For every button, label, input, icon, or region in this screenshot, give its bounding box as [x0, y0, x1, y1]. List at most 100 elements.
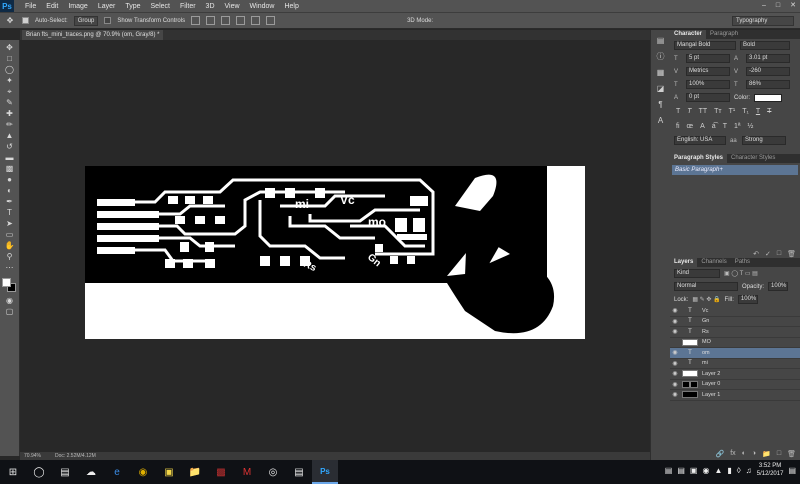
- font-style-dropdown[interactable]: Bold: [740, 41, 790, 50]
- type-tool-icon[interactable]: T: [4, 208, 16, 217]
- align-top-icon[interactable]: [191, 16, 201, 25]
- clock[interactable]: 3:52 PM 5/12/2017: [757, 462, 784, 478]
- underline-icon[interactable]: T: [756, 108, 760, 115]
- add-mask-icon[interactable]: ◐: [742, 450, 746, 458]
- tab-character[interactable]: Character: [670, 30, 707, 39]
- text-color-swatch[interactable]: [754, 93, 783, 102]
- visibility-eye-icon[interactable]: ◉: [670, 391, 680, 398]
- menu-3d[interactable]: 3D: [201, 3, 220, 10]
- swash-icon[interactable]: A: [700, 123, 705, 130]
- sticky-notes-icon[interactable]: ▣: [156, 460, 182, 484]
- character-icon[interactable]: A: [656, 116, 666, 126]
- menu-edit[interactable]: Edit: [41, 3, 63, 10]
- canvas-area[interactable]: mi Vc mo Rs Gn: [20, 40, 650, 452]
- fill-field[interactable]: 100%: [737, 295, 758, 304]
- tray-icon-5[interactable]: ▲: [714, 466, 722, 475]
- subscript-icon[interactable]: T₁: [742, 108, 749, 115]
- menu-window[interactable]: Window: [245, 3, 280, 10]
- align-middle-icon[interactable]: [206, 16, 216, 25]
- layer-row[interactable]: ◉ T Vc: [670, 306, 800, 317]
- pen-tool-icon[interactable]: ✒: [4, 197, 16, 206]
- layer-row[interactable]: ◉ T Rs: [670, 327, 800, 338]
- align-center-icon[interactable]: [251, 16, 261, 25]
- lock-icons[interactable]: ▦ ✎ ✥ 🔒: [692, 296, 720, 303]
- visibility-eye-icon[interactable]: ◉: [670, 370, 680, 377]
- more-tools-icon[interactable]: ⋯: [4, 263, 16, 272]
- eyedropper-tool-icon[interactable]: ✎: [4, 98, 16, 107]
- tray-icon-1[interactable]: ▤: [665, 466, 673, 475]
- new-group-icon[interactable]: 📁: [762, 450, 771, 458]
- edge-icon[interactable]: e: [104, 460, 130, 484]
- auto-select-dropdown[interactable]: Group: [73, 15, 99, 26]
- transform-controls-checkbox[interactable]: [104, 17, 112, 24]
- layer-style-icon[interactable]: fx: [730, 450, 735, 458]
- history-icon[interactable]: ▤: [656, 36, 666, 46]
- quick-mask-icon[interactable]: ◉: [4, 296, 16, 305]
- hand-tool-icon[interactable]: ✋: [4, 241, 16, 250]
- blur-tool-icon[interactable]: ●: [4, 175, 16, 184]
- chrome-icon[interactable]: ◉: [130, 460, 156, 484]
- menu-file[interactable]: File: [20, 3, 41, 10]
- leading-field[interactable]: 3.01 pt: [746, 54, 790, 63]
- calculator-icon[interactable]: ▤: [286, 460, 312, 484]
- camera-app-icon[interactable]: ◎: [260, 460, 286, 484]
- swatches-icon[interactable]: ▦: [656, 68, 666, 78]
- healing-tool-icon[interactable]: ✚: [4, 109, 16, 118]
- zoom-tool-icon[interactable]: ⚲: [4, 252, 16, 261]
- visibility-eye-icon[interactable]: ◉: [670, 318, 680, 325]
- info-icon[interactable]: ⓘ: [656, 52, 666, 62]
- discretionary-ligature-icon[interactable]: œ: [687, 123, 694, 130]
- new-layer-icon[interactable]: □: [777, 450, 781, 458]
- tab-paragraph-styles[interactable]: Paragraph Styles: [670, 154, 728, 163]
- redefine-style-icon[interactable]: ✓: [765, 250, 771, 258]
- fractions-icon[interactable]: ½: [747, 123, 753, 130]
- app-icon[interactable]: ▩: [208, 460, 234, 484]
- titling-icon[interactable]: T: [723, 123, 727, 130]
- lasso-tool-icon[interactable]: ◯: [4, 65, 16, 74]
- visibility-eye-icon[interactable]: ◉: [670, 360, 680, 367]
- antialias-dropdown[interactable]: Strong: [742, 136, 786, 145]
- font-size-field[interactable]: 5 pt: [686, 54, 730, 63]
- move-tool-icon[interactable]: ✥: [4, 16, 16, 25]
- vertical-scale-field[interactable]: 100%: [686, 80, 730, 89]
- adjustment-layer-icon[interactable]: ◑: [752, 450, 756, 458]
- minimize-icon[interactable]: –: [762, 0, 766, 12]
- tray-icon-2[interactable]: ▤: [677, 466, 685, 475]
- opacity-field[interactable]: 100%: [768, 282, 789, 291]
- shape-tool-icon[interactable]: ▭: [4, 230, 16, 239]
- visibility-eye-icon[interactable]: ◉: [670, 349, 680, 356]
- marquee-tool-icon[interactable]: □: [4, 54, 16, 63]
- menu-select[interactable]: Select: [146, 3, 175, 10]
- foreground-color-swatch[interactable]: [1, 278, 11, 287]
- tab-paths[interactable]: Paths: [731, 258, 754, 267]
- horizontal-scale-field[interactable]: 86%: [746, 80, 790, 89]
- zoom-level[interactable]: 70.94%: [24, 453, 41, 459]
- link-layers-icon[interactable]: 🔗: [716, 450, 725, 458]
- faux-bold-icon[interactable]: T: [676, 108, 680, 115]
- layer-row[interactable]: ◉ Tmi: [670, 359, 800, 369]
- delete-style-icon[interactable]: 🗑: [787, 250, 796, 258]
- notifications-icon[interactable]: ▤: [788, 466, 796, 475]
- windows-start-icon[interactable]: ⊞: [0, 460, 26, 484]
- visibility-eye-icon[interactable]: ◉: [670, 381, 680, 388]
- tab-character-styles[interactable]: Character Styles: [727, 154, 779, 163]
- layer-row[interactable]: ◉ T Gn: [670, 317, 800, 327]
- crop-tool-icon[interactable]: ⌖: [4, 87, 16, 96]
- volume-icon[interactable]: ♫: [746, 466, 752, 475]
- layer-row[interactable]: ◉ Layer 2: [670, 369, 800, 380]
- stylistic-alt-icon[interactable]: a͡: [712, 123, 716, 130]
- auto-select-checkbox[interactable]: [22, 17, 29, 24]
- screen-mode-icon[interactable]: ▢: [4, 307, 16, 316]
- clear-override-icon[interactable]: ↶: [753, 250, 759, 258]
- paragraph-style-item[interactable]: Basic Paragraph+: [672, 165, 798, 175]
- workspace-dropdown[interactable]: Typography: [732, 16, 794, 26]
- ligature-icon[interactable]: fi: [676, 123, 680, 130]
- color-swatches[interactable]: [1, 278, 18, 294]
- layer-row[interactable]: ◉ Layer 1: [670, 390, 800, 401]
- layer-row[interactable]: ◉ Layer 0: [670, 380, 800, 390]
- align-left-icon[interactable]: [236, 16, 246, 25]
- new-style-icon[interactable]: □: [777, 250, 781, 258]
- tracking-field[interactable]: -260: [746, 67, 790, 76]
- search-icon[interactable]: ◯: [26, 460, 52, 484]
- adjustments-icon[interactable]: ◪: [656, 84, 666, 94]
